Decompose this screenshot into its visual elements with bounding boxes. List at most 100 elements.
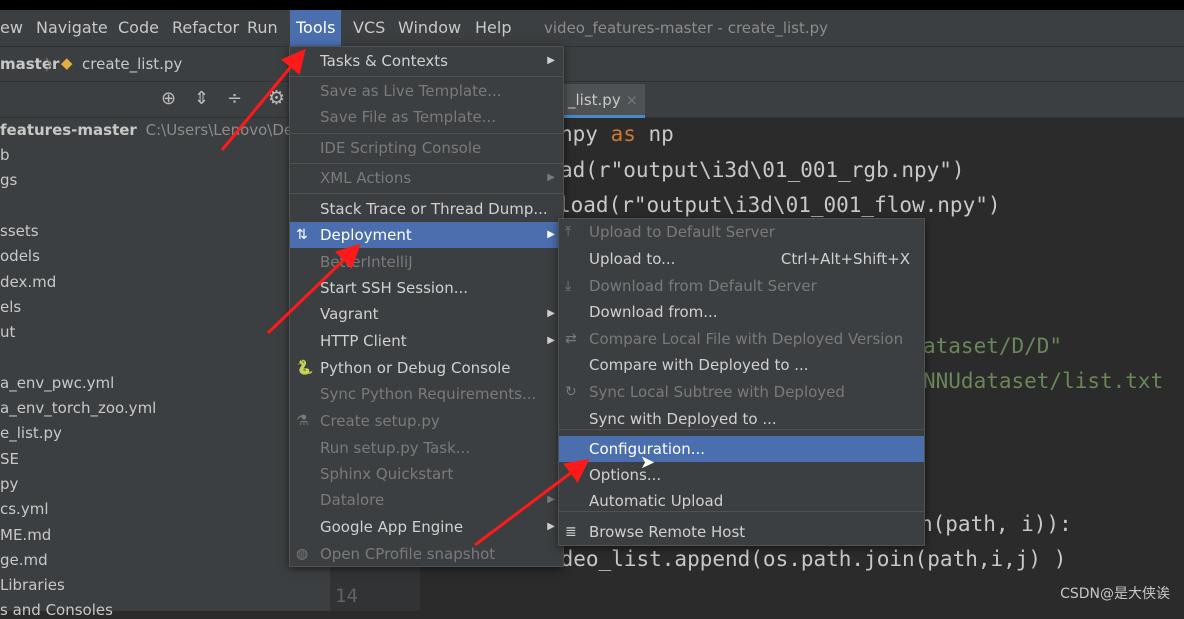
tree-item[interactable]: ut xyxy=(0,323,15,341)
menu-item-icon: ⇅ xyxy=(296,227,308,243)
locate-icon[interactable]: ⊕ xyxy=(161,88,176,109)
menu-item-upload-to-default-server[interactable]: ⤒ Upload to Default Server xyxy=(559,219,924,245)
tree-item[interactable]: dex.md xyxy=(0,273,56,291)
menu-item-icon: ≣ xyxy=(565,524,577,540)
tree-item[interactable]: a_env_pwc.yml xyxy=(0,374,114,392)
menu-item-configuration[interactable]: Configuration... xyxy=(559,436,924,462)
line-number: 14 xyxy=(335,585,358,607)
menu-tools[interactable]: Tools xyxy=(290,10,342,46)
sidebar-toolbar: ⊕ ⇕ ÷ ⚙ xyxy=(0,82,330,118)
menu-window[interactable]: Window xyxy=(392,10,467,46)
code-line: load(r"output\i3d\01_001_flow.npy") xyxy=(558,193,1001,217)
tree-item[interactable]: SE xyxy=(0,450,19,468)
menu-item-xml-actions[interactable]: XML Actions ▶ xyxy=(290,165,563,191)
root-name: features-master xyxy=(0,121,137,139)
gear-icon[interactable]: ⚙ xyxy=(268,87,285,109)
menu-separator xyxy=(290,133,563,134)
menu-item-icon: ⤓ xyxy=(565,278,572,294)
tree-root[interactable]: features-master C:\Users\Lenovo\Deskto xyxy=(0,121,325,139)
menu-item-open-cprofile-snapshot[interactable]: ◍ Open CProfile snapshot xyxy=(290,541,563,567)
watermark: CSDN@是大侠诶 xyxy=(1060,586,1170,602)
menu-separator xyxy=(559,511,924,512)
menu-item-sync-python-requirements[interactable]: Sync Python Requirements... xyxy=(290,381,563,407)
menu-item-deployment[interactable]: ⇅ Deployment ▶ xyxy=(290,222,563,248)
menu-item-options[interactable]: Options... xyxy=(559,462,924,488)
menu-vcs[interactable]: VCS xyxy=(347,10,391,46)
menu-item-label: Compare Local File with Deployed Version xyxy=(589,330,904,348)
tree-item[interactable]: py xyxy=(0,475,18,493)
menu-separator xyxy=(559,429,924,430)
code-line: ataset/D/D" xyxy=(923,334,1062,358)
menu-item-label: Create setup.py xyxy=(320,412,440,430)
menu-run[interactable]: Run xyxy=(241,10,284,46)
menu-help[interactable]: Help xyxy=(469,10,517,46)
tree-item[interactable]: a_env_torch_zoo.yml xyxy=(0,399,156,417)
breadcrumb-separator: 〉 xyxy=(45,56,61,74)
menu-item-save-file-as-template[interactable]: Save File as Template... xyxy=(290,104,563,130)
code-line: n(path, i)): xyxy=(920,512,1072,536)
menu-item-ide-scripting-console[interactable]: IDE Scripting Console xyxy=(290,135,563,161)
tree-item[interactable]: cs.yml xyxy=(0,500,49,518)
menu-item-vagrant[interactable]: Vagrant ▶ xyxy=(290,301,563,327)
collapse-all-icon[interactable]: ÷ xyxy=(227,88,242,109)
code-token: npy xyxy=(560,122,611,146)
tree-item[interactable]: ssets xyxy=(0,222,39,240)
menu-item-label: Tasks & Contexts xyxy=(320,52,448,70)
menu-navigate[interactable]: Navigate xyxy=(30,10,114,46)
menu-item-label: Sync Python Requirements... xyxy=(320,385,537,403)
code-token: load(r"output\i3d\01_001_flow.npy") xyxy=(558,193,1001,217)
menu-item-create-setup-py[interactable]: ⚗ Create setup.py xyxy=(290,408,563,434)
menu-item-upload-to[interactable]: Upload to... Ctrl+Alt+Shift+X xyxy=(559,246,924,272)
tree-item[interactable]: els xyxy=(0,298,21,316)
menu-item-label: Stack Trace or Thread Dump... xyxy=(320,200,548,218)
menu-item-datalore[interactable]: Datalore ▶ xyxy=(290,487,563,513)
menu-refactor[interactable]: Refactor xyxy=(166,10,245,46)
menu-item-browse-remote-host[interactable]: ≣ Browse Remote Host xyxy=(559,519,924,545)
menu-item-icon: ⤒ xyxy=(565,224,572,240)
expand-all-icon[interactable]: ⇕ xyxy=(194,88,209,109)
menu-item-label: BetterIntelliJ xyxy=(320,253,413,271)
menu-item-label: Sphinx Quickstart xyxy=(320,465,454,483)
menu-item-tasks-contexts[interactable]: Tasks & Contexts ▶ xyxy=(290,48,563,74)
submenu-arrow-icon: ▶ xyxy=(547,229,555,240)
menu-separator xyxy=(290,193,563,194)
menu-item-stack-trace-or-thread-dump[interactable]: Stack Trace or Thread Dump... xyxy=(290,196,563,222)
menu-item-sphinx-quickstart[interactable]: Sphinx Quickstart xyxy=(290,461,563,487)
menu-item-compare-with-deployed-to[interactable]: Compare with Deployed to ... xyxy=(559,352,924,378)
menu-item-python-or-debug-console[interactable]: 🐍 Python or Debug Console xyxy=(290,355,563,381)
submenu-arrow-icon: ▶ xyxy=(547,521,555,532)
shortcut: Ctrl+Alt+Shift+X xyxy=(780,250,910,268)
menu-item-icon: ⚗ xyxy=(296,413,309,429)
menu-item-save-as-live-template[interactable]: Save as Live Template... xyxy=(290,78,563,104)
editor-tab[interactable]: _list.py × xyxy=(560,84,645,118)
menu-item-label: IDE Scripting Console xyxy=(320,139,482,157)
tree-item[interactable]: Libraries xyxy=(0,576,65,594)
tree-item[interactable]: ge.md xyxy=(0,551,48,569)
menu-item-betterintellij[interactable]: BetterIntelliJ xyxy=(290,249,563,275)
tree-item[interactable]: ME.md xyxy=(0,526,51,544)
breadcrumb-file[interactable]: create_list.py xyxy=(82,55,182,73)
tree-item[interactable]: e_list.py xyxy=(0,424,62,442)
menu-item-download-from-default-server[interactable]: ⤓ Download from Default Server xyxy=(559,273,924,299)
menu-ew[interactable]: ew xyxy=(0,10,29,46)
tree-item[interactable]: gs xyxy=(0,171,17,189)
tree-item[interactable]: b xyxy=(0,146,10,164)
submenu-arrow-icon: ▶ xyxy=(547,494,555,505)
menu-item-http-client[interactable]: HTTP Client ▶ xyxy=(290,328,563,354)
close-icon[interactable]: × xyxy=(625,91,638,109)
menu-item-label: Save as Live Template... xyxy=(320,82,502,100)
breadcrumb: master 〉 ◆ create_list.py xyxy=(0,46,1184,82)
code-token: ad(r"output\i3d\01_001_rgb.npy") xyxy=(560,158,965,182)
menu-code[interactable]: Code xyxy=(112,10,165,46)
tree-item[interactable]: s and Consoles xyxy=(0,601,113,619)
tree-item[interactable]: odels xyxy=(0,247,40,265)
menu-item-label: Download from... xyxy=(589,303,718,321)
menu-item-label: Python or Debug Console xyxy=(320,359,511,377)
menu-item-start-ssh-session[interactable]: Start SSH Session... xyxy=(290,275,563,301)
menu-item-download-from[interactable]: Download from... xyxy=(559,299,924,325)
mouse-cursor-icon: ➤ xyxy=(640,452,656,473)
menu-item-compare-local-file-with-deployed-version[interactable]: ⇄ Compare Local File with Deployed Versio… xyxy=(559,326,924,352)
menu-item-google-app-engine[interactable]: Google App Engine ▶ xyxy=(290,514,563,540)
menu-item-run-setup-py-task[interactable]: Run setup.py Task... xyxy=(290,435,563,461)
menu-item-sync-local-subtree-with-deployed[interactable]: ↻ Sync Local Subtree with Deployed xyxy=(559,379,924,405)
